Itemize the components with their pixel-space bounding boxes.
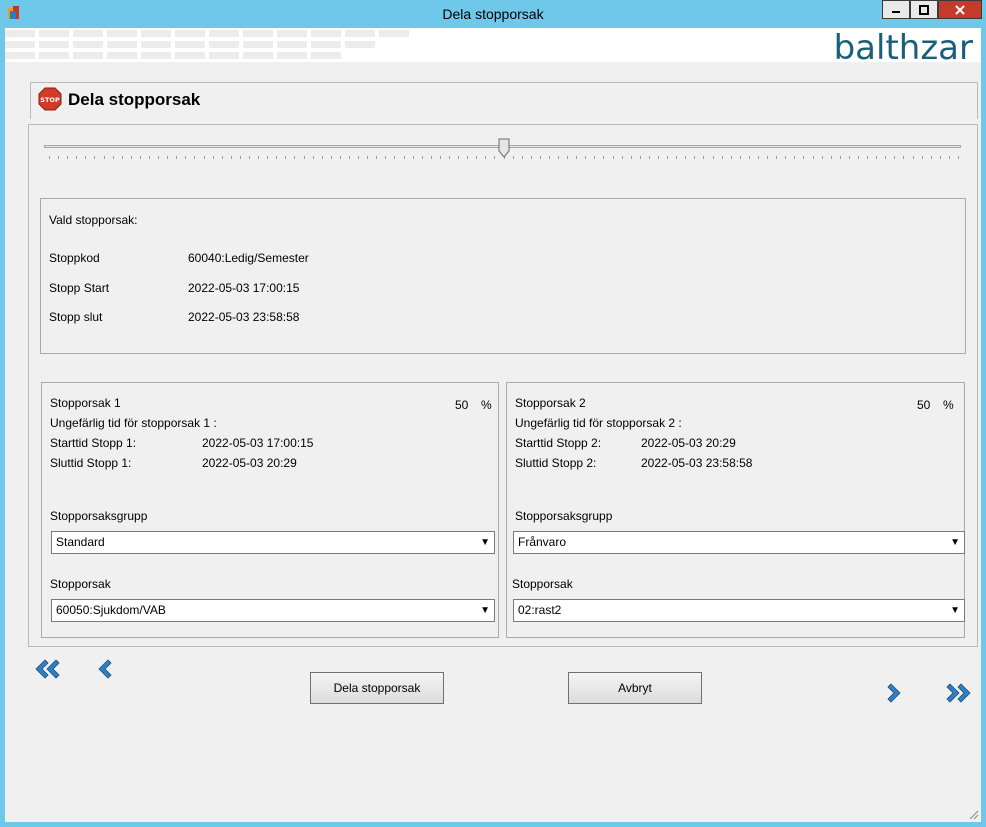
part2-start-label: Starttid Stopp 2: xyxy=(515,436,602,450)
part2-percent: 50 xyxy=(917,398,931,412)
double-chevron-left-icon[interactable] xyxy=(33,658,61,680)
client-area: balthzar STOP Dela stopporsak Vald stopp… xyxy=(5,28,981,822)
chevron-down-icon: ▼ xyxy=(480,537,490,548)
double-chevron-right-icon[interactable] xyxy=(945,682,973,704)
chevron-right-icon[interactable] xyxy=(881,682,909,704)
page-title: Dela stopporsak xyxy=(68,90,201,109)
part2-end-label: Sluttid Stopp 2: xyxy=(515,456,597,470)
part2-title: Stopporsak 2 xyxy=(515,396,586,410)
part2-percent-unit: % xyxy=(943,398,954,412)
part2-reason-value: 02:rast2 xyxy=(518,603,562,617)
part2-group-value: Frånvaro xyxy=(518,535,567,549)
close-button[interactable] xyxy=(938,0,982,19)
part1-group-select[interactable]: Standard ▼ xyxy=(51,531,495,554)
part1-end-value: 2022-05-03 20:29 xyxy=(202,456,297,470)
stopporsak-1-group: Stopporsak 1 50 % Ungefärlig tid för sto… xyxy=(41,382,499,638)
stopp-slut-label: Stopp slut xyxy=(49,310,103,324)
part1-reason-value: 60050:Sjukdom/VAB xyxy=(56,603,166,617)
part1-reason-label: Stopporsak xyxy=(50,577,111,591)
split-stop-button[interactable]: Dela stopporsak xyxy=(310,672,444,704)
chevron-down-icon: ▼ xyxy=(950,537,960,548)
part2-start-value: 2022-05-03 20:29 xyxy=(641,436,736,450)
part1-percent: 50 xyxy=(455,398,469,412)
chevron-down-icon: ▼ xyxy=(480,605,490,616)
resize-grip-icon[interactable] xyxy=(967,808,979,820)
brand-banner: balthzar xyxy=(5,28,981,62)
header-panel: STOP Dela stopporsak xyxy=(30,82,978,119)
part1-start-label: Starttid Stopp 1: xyxy=(50,436,137,450)
chevron-down-icon: ▼ xyxy=(950,605,960,616)
part2-reason-label: Stopporsak xyxy=(512,577,573,591)
stopp-start-value: 2022-05-03 17:00:15 xyxy=(188,281,300,295)
part2-end-value: 2022-05-03 23:58:58 xyxy=(641,456,753,470)
part1-group-value: Standard xyxy=(56,535,105,549)
stoppkod-label: Stoppkod xyxy=(49,251,100,265)
split-slider-thumb[interactable] xyxy=(498,138,510,158)
svg-text:STOP: STOP xyxy=(40,96,60,104)
cancel-button[interactable]: Avbryt xyxy=(568,672,702,704)
close-icon xyxy=(955,4,965,15)
selected-heading: Vald stopporsak: xyxy=(49,213,138,227)
stopp-start-label: Stopp Start xyxy=(49,281,110,295)
selected-stop-box: Vald stopporsak: Stoppkod 60040:Ledig/Se… xyxy=(40,198,966,354)
stopporsak-2-group: Stopporsak 2 50 % Ungefärlig tid för sto… xyxy=(506,382,965,638)
brand-logo: balthzar xyxy=(833,28,973,62)
window-title: Dela stopporsak xyxy=(442,6,544,22)
part1-percent-unit: % xyxy=(481,398,492,412)
minimize-button[interactable] xyxy=(882,0,910,19)
stop-sign-icon: STOP xyxy=(38,87,62,111)
minimize-icon xyxy=(892,10,900,13)
chevron-left-icon[interactable] xyxy=(93,658,121,680)
part1-reason-select[interactable]: 60050:Sjukdom/VAB ▼ xyxy=(51,599,495,622)
part1-group-label: Stopporsaksgrupp xyxy=(50,509,148,523)
part1-start-value: 2022-05-03 17:00:15 xyxy=(202,436,314,450)
part2-reason-select[interactable]: 02:rast2 ▼ xyxy=(513,599,965,622)
stoppkod-value: 60040:Ledig/Semester xyxy=(188,251,309,265)
maximize-icon xyxy=(919,4,929,15)
part2-group-label: Stopporsaksgrupp xyxy=(515,509,613,523)
part2-approx: Ungefärlig tid för stopporsak 2 : xyxy=(515,416,682,430)
part1-title: Stopporsak 1 xyxy=(50,396,121,410)
part1-approx: Ungefärlig tid för stopporsak 1 : xyxy=(50,416,217,430)
maximize-button[interactable] xyxy=(910,0,938,19)
banner-pattern xyxy=(5,30,409,59)
part1-end-label: Sluttid Stopp 1: xyxy=(50,456,132,470)
part2-group-select[interactable]: Frånvaro ▼ xyxy=(513,531,965,554)
stopp-slut-value: 2022-05-03 23:58:58 xyxy=(188,310,300,324)
